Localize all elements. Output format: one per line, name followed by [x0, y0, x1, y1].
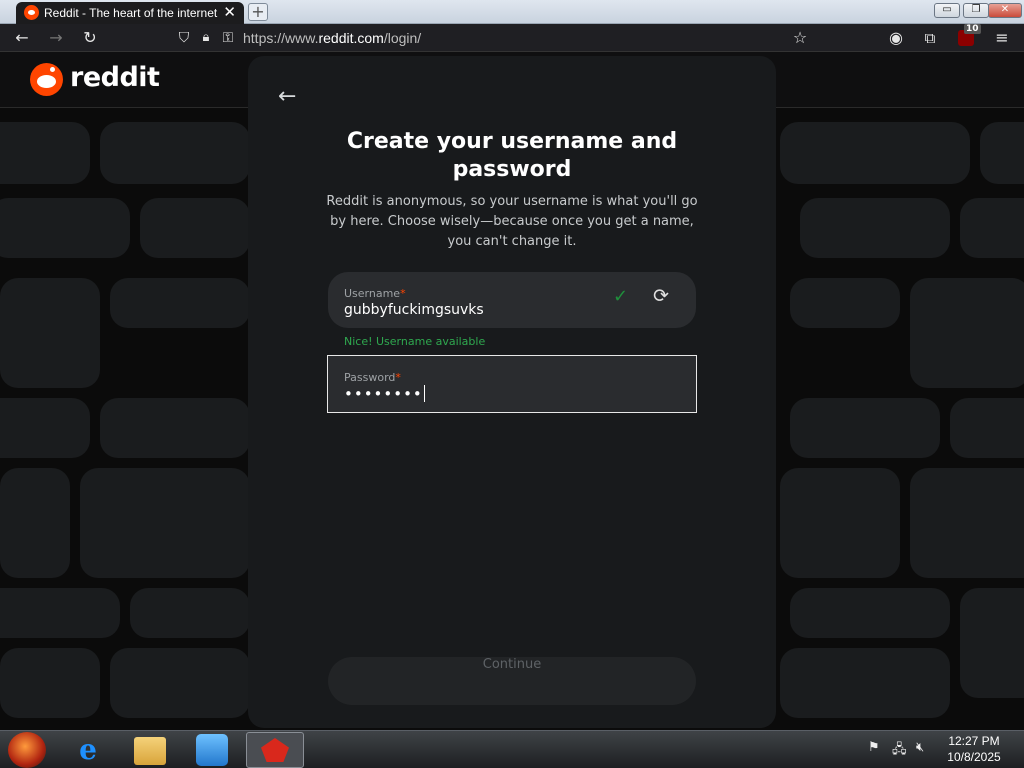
- reddit-logo-text[interactable]: reddit: [70, 62, 160, 93]
- browser-app-icon: [261, 738, 289, 762]
- signup-modal: ← Create your username and password Redd…: [248, 56, 776, 728]
- username-label: Username*: [344, 287, 406, 300]
- background-bubble: [100, 122, 250, 184]
- background-bubble: [0, 648, 100, 718]
- background-bubble: [960, 588, 1024, 698]
- tab-strip: Reddit - The heart of the internet ✕ + ▭…: [0, 0, 1024, 24]
- network-icon[interactable]: 🖧︎: [892, 740, 907, 762]
- background-bubble: [0, 198, 130, 258]
- action-center-flag-icon[interactable]: ⚑: [868, 740, 880, 755]
- password-masked-value: ••••••••: [344, 385, 423, 403]
- background-bubble: [800, 198, 950, 258]
- internet-explorer-icon[interactable]: e: [72, 734, 104, 766]
- modal-title: Create your username and password: [346, 129, 678, 182]
- forward-icon[interactable]: →: [46, 28, 66, 48]
- navigation-toolbar: ← → ↻ ⛉ 🔒︎ ⚿ https://www.reddit.com/logi…: [0, 24, 1024, 52]
- background-bubble: [140, 198, 250, 258]
- shield-icon[interactable]: ⛉: [174, 28, 194, 48]
- taskbar: e ⚑ 🖧︎ 🔇︎ 12:27 PM 10/8/2025: [0, 730, 1024, 768]
- minimize-button[interactable]: ▭: [934, 3, 960, 18]
- background-bubble: [130, 588, 250, 638]
- background-bubble: [790, 588, 950, 638]
- username-status: Nice! Username available: [344, 335, 486, 348]
- check-icon: ✓: [613, 286, 629, 307]
- url-prefix: https://www.: [243, 30, 319, 46]
- password-label: Password*: [344, 371, 401, 384]
- background-bubble: [80, 468, 250, 578]
- window-close-button[interactable]: ✕: [988, 3, 1022, 18]
- reddit-favicon-icon: [24, 5, 39, 20]
- background-bubble: [110, 648, 250, 718]
- taskbar-active-app[interactable]: [246, 732, 304, 768]
- background-bubble: [950, 398, 1024, 458]
- new-tab-button[interactable]: +: [248, 3, 268, 21]
- background-bubble: [780, 468, 900, 578]
- background-bubble: [110, 278, 250, 328]
- background-bubble: [910, 278, 1024, 388]
- background-bubble: [100, 398, 250, 458]
- url-domain: reddit.com: [318, 30, 384, 46]
- background-bubble: [960, 198, 1024, 258]
- key-icon[interactable]: ⚿: [218, 28, 238, 48]
- back-arrow-icon[interactable]: ←: [278, 84, 296, 109]
- tab-close-icon[interactable]: ✕: [223, 3, 236, 21]
- username-field[interactable]: Username* gubbyfuckimgsuvks ✓ ⟳: [328, 272, 696, 328]
- background-bubble: [780, 122, 970, 184]
- background-bubble: [0, 398, 90, 458]
- reload-icon[interactable]: ↻: [80, 28, 100, 48]
- background-bubble: [0, 468, 70, 578]
- username-label-text: Username: [344, 287, 401, 300]
- menu-icon[interactable]: ≡: [992, 28, 1012, 48]
- address-bar[interactable]: https://www.reddit.com/login/: [243, 30, 421, 46]
- password-field[interactable]: Password* ••••••••: [327, 355, 697, 413]
- background-bubble: [790, 398, 940, 458]
- background-bubble: [0, 122, 90, 184]
- media-player-icon[interactable]: [196, 734, 228, 766]
- clock-date[interactable]: 10/8/2025: [944, 750, 1004, 764]
- required-mark: *: [395, 371, 401, 384]
- continue-button[interactable]: Continue: [328, 657, 696, 705]
- background-bubble: [910, 468, 1024, 578]
- bookmark-star-icon[interactable]: ☆: [790, 28, 810, 48]
- background-bubble: [790, 278, 900, 328]
- ublock-count-badge: 10: [964, 24, 981, 34]
- volume-muted-icon[interactable]: 🔇︎: [916, 740, 924, 755]
- username-input[interactable]: gubbyfuckimgsuvks: [344, 302, 484, 318]
- start-button-icon[interactable]: [8, 732, 46, 768]
- clock-time[interactable]: 12:27 PM: [944, 734, 1004, 748]
- extensions-icon[interactable]: ⧉: [920, 28, 940, 48]
- required-mark: *: [400, 287, 406, 300]
- password-input[interactable]: ••••••••: [344, 385, 425, 403]
- password-label-text: Password: [344, 371, 396, 384]
- background-bubble: [0, 278, 100, 388]
- reddit-logo-icon[interactable]: [30, 63, 63, 96]
- lock-icon[interactable]: 🔒︎: [196, 28, 216, 48]
- text-caret: [423, 385, 425, 402]
- background-bubble: [780, 648, 950, 718]
- restore-button[interactable]: ❐: [963, 3, 989, 18]
- background-bubble: [980, 122, 1024, 184]
- account-icon[interactable]: ◉: [886, 28, 906, 48]
- page-content: reddit ← Create your username and passwo…: [0, 52, 1024, 730]
- regenerate-username-icon[interactable]: ⟳: [653, 285, 669, 307]
- url-path: /login/: [383, 30, 422, 46]
- tab-reddit[interactable]: Reddit - The heart of the internet ✕: [16, 2, 244, 24]
- modal-description: Reddit is anonymous, so your username is…: [326, 194, 698, 249]
- tab-title: Reddit - The heart of the internet: [44, 6, 218, 20]
- back-icon[interactable]: ←: [12, 28, 32, 48]
- background-bubble: [0, 588, 120, 638]
- file-explorer-icon[interactable]: [134, 737, 166, 765]
